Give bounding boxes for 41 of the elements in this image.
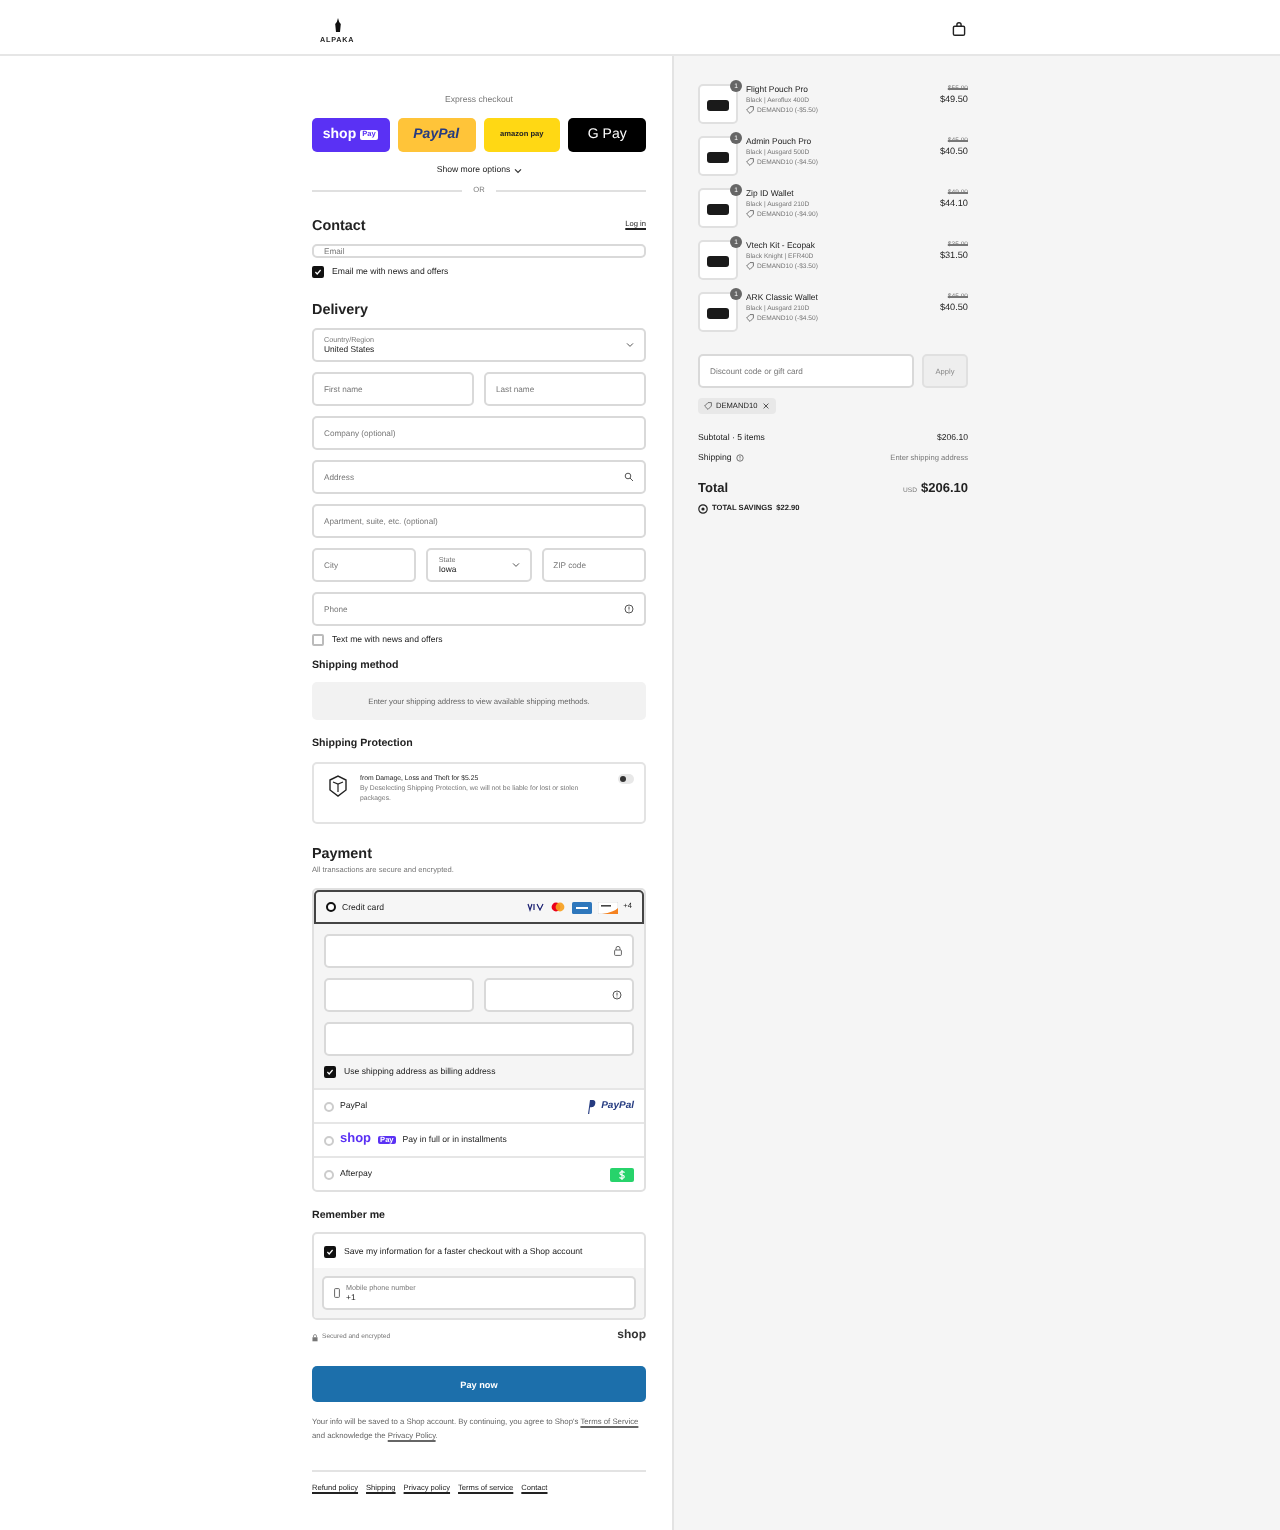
product-icon — [706, 305, 730, 319]
logo-icon — [333, 17, 342, 33]
toggle-switch[interactable] — [618, 774, 634, 783]
lock-icon — [614, 946, 622, 956]
afterpay-icon — [610, 1167, 634, 1181]
checkbox[interactable] — [312, 634, 324, 646]
chevron-down-icon — [513, 167, 522, 173]
product-icon — [706, 97, 730, 111]
tag-icon — [746, 261, 754, 270]
checkbox[interactable] — [324, 1245, 336, 1257]
card-input-field[interactable] — [324, 1022, 634, 1056]
savings-icon — [698, 504, 708, 514]
product-icon — [706, 201, 730, 215]
search-icon — [624, 472, 634, 482]
card-logo-icon — [525, 902, 544, 912]
card-logo-icon — [549, 902, 566, 912]
shopping-bag-icon[interactable] — [952, 21, 966, 35]
product-icon — [706, 149, 730, 163]
tag-icon — [746, 313, 754, 322]
card-logo-icon — [597, 901, 618, 913]
close-icon[interactable] — [761, 402, 770, 410]
paypal-icon — [585, 1099, 596, 1113]
chevron-down-icon — [626, 342, 634, 348]
card-input-field[interactable] — [484, 978, 634, 1012]
card-input-field[interactable] — [324, 978, 474, 1012]
tag-icon — [746, 105, 754, 114]
tag-icon — [704, 402, 712, 410]
checkbox[interactable] — [312, 266, 324, 278]
help-icon[interactable] — [612, 990, 622, 1000]
card-logo-icon — [571, 901, 592, 913]
help-icon[interactable] — [624, 604, 634, 614]
product-icon — [706, 253, 730, 267]
mobile-phone-icon — [334, 1288, 340, 1298]
radio-button[interactable] — [326, 902, 336, 912]
help-icon[interactable] — [735, 454, 744, 462]
tag-icon — [746, 209, 754, 218]
card-input-field[interactable] — [324, 934, 634, 968]
chevron-down-icon — [511, 562, 520, 568]
tag-icon — [746, 157, 754, 166]
lock-icon — [312, 1333, 318, 1341]
checkbox[interactable] — [324, 1066, 336, 1078]
